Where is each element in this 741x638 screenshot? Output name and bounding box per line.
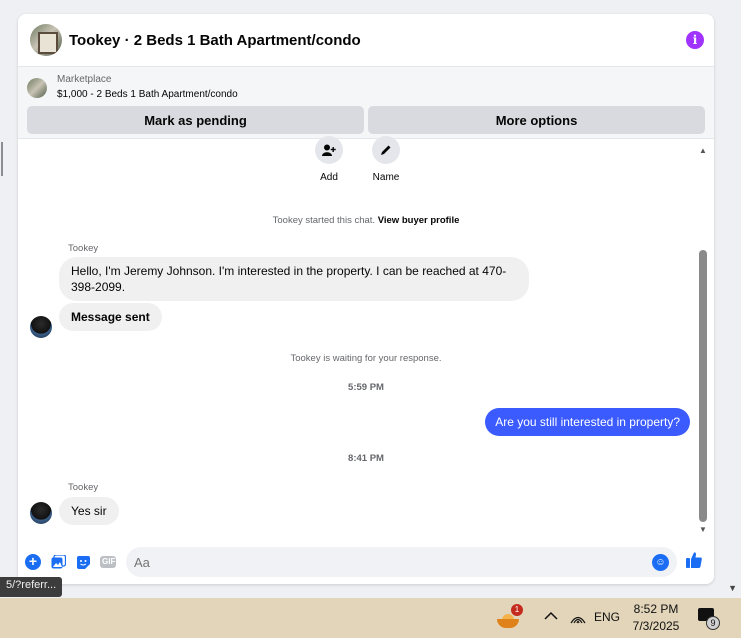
sender-avatar[interactable] [30, 316, 52, 338]
add-quick-action[interactable]: Add [315, 136, 343, 183]
emoji-icon[interactable]: ☺ [652, 553, 669, 571]
sticker-icon[interactable] [74, 553, 92, 571]
message-list: Add Name Tookey started this chat. View … [18, 136, 714, 539]
message-composer: + GIF ☺ [18, 544, 714, 580]
sender-name: Tookey [68, 243, 99, 254]
wifi-icon[interactable] [570, 610, 586, 627]
waiting-status: Tookey is waiting for your response. [290, 353, 442, 364]
message-scrollbar[interactable]: ▲ ▼ [698, 146, 708, 534]
chevron-up-icon[interactable] [544, 608, 558, 624]
incoming-message[interactable]: Yes sir [59, 497, 119, 525]
message-input[interactable] [134, 554, 652, 570]
sender-avatar[interactable] [30, 502, 52, 524]
add-person-icon[interactable] [315, 136, 343, 164]
clock-time: 8:52 PM [633, 602, 679, 616]
scroll-up-icon[interactable]: ▲ [698, 146, 708, 155]
scroll-down-icon[interactable]: ▼ [698, 525, 708, 534]
scrollbar-thumb[interactable] [699, 250, 707, 522]
incoming-message[interactable]: Message sent [59, 303, 162, 331]
info-icon[interactable]: i [686, 31, 704, 49]
timestamp: 5:59 PM [348, 382, 384, 393]
listing-summary[interactable]: Marketplace $1,000 - 2 Beds 1 Bath Apart… [27, 73, 705, 102]
outgoing-message[interactable]: Are you still interested in property? [485, 408, 690, 436]
notification-icon[interactable]: 9 [698, 608, 720, 630]
listing-actions: Mark as pending More options [27, 106, 705, 134]
view-buyer-profile-link[interactable]: View buyer profile [378, 215, 460, 226]
clock-date: 7/3/2025 [632, 619, 680, 633]
chat-header: Tookey · 2 Beds 1 Bath Apartment/condo i [18, 14, 714, 67]
page-scroll-down-icon[interactable]: ▼ [728, 583, 737, 593]
taskbar: 1 ENG 8:52 PM 7/3/2025 9 [0, 598, 741, 638]
timestamp: 8:41 PM [348, 453, 384, 464]
weather-icon[interactable]: 1 [497, 604, 523, 628]
message-input-wrapper: ☺ [126, 547, 677, 577]
notification-count: 9 [706, 616, 720, 630]
incoming-message[interactable]: Hello, I'm Jeremy Johnson. I'm intereste… [59, 257, 529, 301]
chat-window: Tookey · 2 Beds 1 Bath Apartment/condo i… [18, 14, 714, 584]
listing-price-title: $1,000 - 2 Beds 1 Bath Apartment/condo [57, 89, 238, 100]
more-options-button[interactable]: More options [368, 106, 705, 134]
chat-started-line: Tookey started this chat. View buyer pro… [18, 215, 714, 226]
language-indicator[interactable]: ENG [594, 610, 620, 624]
listing-text: Marketplace $1,000 - 2 Beds 1 Bath Apart… [57, 73, 238, 102]
listing-bar: Marketplace $1,000 - 2 Beds 1 Bath Apart… [18, 67, 714, 139]
thumbs-up-icon[interactable] [685, 551, 703, 574]
chat-started-text: Tookey started this chat. [272, 215, 376, 226]
listing-thumbnail [27, 77, 47, 98]
gif-icon[interactable]: GIF [99, 553, 117, 571]
add-label: Add [320, 172, 338, 183]
left-edge-scroll-marker [0, 142, 3, 176]
photo-icon[interactable] [49, 553, 67, 571]
weather-badge: 1 [511, 604, 523, 616]
pencil-icon[interactable] [372, 136, 400, 164]
listing-avatar[interactable] [30, 24, 62, 56]
plus-icon[interactable]: + [24, 553, 42, 571]
gif-label: GIF [100, 556, 116, 568]
link-url-tooltip: 5/?referr... [0, 577, 63, 597]
mark-as-pending-button[interactable]: Mark as pending [27, 106, 364, 134]
name-label: Name [372, 172, 400, 183]
name-quick-action[interactable]: Name [372, 136, 400, 183]
clock[interactable]: 8:52 PM 7/3/2025 [628, 601, 684, 635]
listing-source: Marketplace [57, 74, 112, 85]
sender-name: Tookey [68, 482, 99, 493]
chat-title[interactable]: Tookey · 2 Beds 1 Bath Apartment/condo [69, 32, 686, 49]
